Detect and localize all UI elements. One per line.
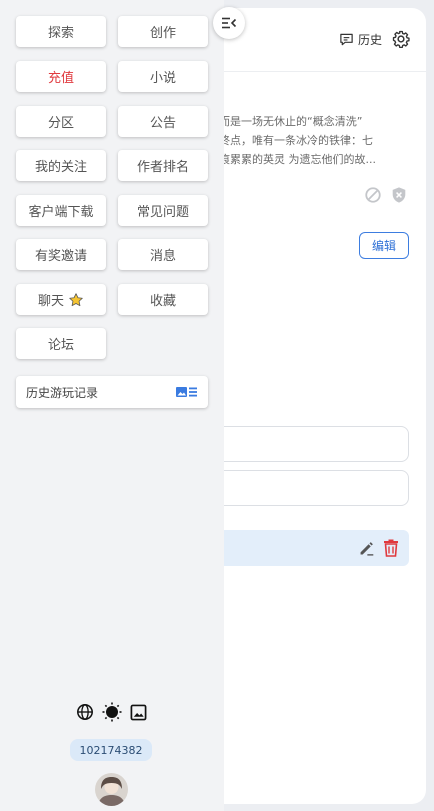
menu-category-button[interactable]: 分区 bbox=[16, 106, 106, 137]
menu-label: 客户端下载 bbox=[28, 205, 94, 220]
menu-label: 创作 bbox=[149, 26, 176, 41]
menu-novel-button[interactable]: 小说 bbox=[118, 61, 208, 92]
background-image-button[interactable] bbox=[130, 704, 147, 725]
menu-label: 探索 bbox=[47, 26, 74, 41]
trash-icon bbox=[384, 539, 398, 557]
menu-label: 充值 bbox=[47, 71, 74, 86]
utility-icons bbox=[76, 702, 147, 726]
menu-label: 有奖邀请 bbox=[34, 249, 87, 264]
menu-label: 聊天 bbox=[37, 294, 64, 309]
settings-button[interactable] bbox=[392, 30, 410, 48]
menu-chat-button[interactable]: 聊天 bbox=[16, 284, 106, 315]
globe-icon bbox=[77, 704, 93, 720]
menu-label: 我的关注 bbox=[34, 160, 87, 175]
menu-invite-button[interactable]: 有奖邀请 bbox=[16, 239, 106, 270]
menu-label: 收藏 bbox=[149, 294, 176, 309]
excerpt-line: ，而是一场无休止的“概念清洗” bbox=[208, 115, 363, 128]
menu-label: 公告 bbox=[149, 116, 176, 131]
delete-button[interactable] bbox=[383, 539, 399, 561]
menu-label: 消息 bbox=[149, 249, 176, 264]
edit-button[interactable]: 编辑 bbox=[359, 232, 409, 259]
shield-icon bbox=[392, 187, 406, 203]
play-history-label: 历史游玩记录 bbox=[26, 385, 99, 400]
avatar-image bbox=[95, 773, 128, 806]
text-field[interactable] bbox=[208, 426, 409, 462]
text-field[interactable] bbox=[208, 470, 409, 506]
menu-label: 小说 bbox=[149, 71, 176, 86]
language-button[interactable] bbox=[76, 703, 94, 725]
menu-faq-button[interactable]: 常见问题 bbox=[118, 195, 208, 226]
image-icon bbox=[130, 704, 147, 720]
menu-following-button[interactable]: 我的关注 bbox=[16, 150, 106, 181]
menu-recharge-button[interactable]: 充值 bbox=[16, 61, 106, 92]
menu-messages-button[interactable]: 消息 bbox=[118, 239, 208, 270]
edit-pen-button[interactable] bbox=[358, 540, 375, 561]
avatar[interactable] bbox=[95, 773, 128, 806]
play-history-button[interactable]: 历史游玩记录 bbox=[16, 376, 208, 408]
sun-icon bbox=[102, 702, 122, 722]
gallery-list-icon bbox=[176, 387, 197, 397]
menu-favorites-button[interactable]: 收藏 bbox=[118, 284, 208, 315]
menu-label: 作者排名 bbox=[136, 160, 189, 175]
menu-forum-button[interactable]: 论坛 bbox=[16, 328, 106, 359]
list-item[interactable] bbox=[208, 530, 409, 566]
comment-icon bbox=[340, 33, 353, 46]
menu-client-download-button[interactable]: 客户端下载 bbox=[16, 195, 106, 226]
history-button-label: 历史 bbox=[357, 33, 382, 47]
ban-icon bbox=[365, 187, 381, 203]
collapse-menu-button[interactable] bbox=[213, 7, 245, 39]
report-button[interactable] bbox=[390, 186, 408, 208]
user-id-badge[interactable]: 102174382 bbox=[70, 739, 152, 761]
gear-icon bbox=[392, 30, 410, 48]
menu-announcement-button[interactable]: 公告 bbox=[118, 106, 208, 137]
excerpt-line: 伤痕累累的英灵 为遗忘他们的故... bbox=[208, 153, 376, 166]
navigation-drawer: 探索 创作 充值 小说 分区 公告 我的关注 作者排名 客户端下载 常见问题 有… bbox=[0, 0, 224, 811]
theme-toggle-button[interactable] bbox=[102, 702, 122, 726]
menu-label: 常见问题 bbox=[136, 205, 189, 220]
block-button[interactable] bbox=[364, 186, 382, 208]
menu-label: 论坛 bbox=[47, 338, 74, 353]
menu-label: 分区 bbox=[47, 116, 74, 131]
story-excerpt: ，而是一场无休止的“概念清洗” 有终点，唯有一条冰冷的铁律：七 伤痕累累的英灵 … bbox=[208, 112, 406, 169]
excerpt-line: 有终点，唯有一条冰冷的铁律：七 bbox=[208, 134, 373, 147]
menu-create-button[interactable]: 创作 bbox=[118, 16, 208, 47]
menu-collapse-icon bbox=[222, 17, 237, 29]
star-icon bbox=[69, 292, 83, 306]
menu-explore-button[interactable]: 探索 bbox=[16, 16, 106, 47]
history-button[interactable]: 历史 bbox=[339, 31, 382, 48]
menu-author-ranking-button[interactable]: 作者排名 bbox=[118, 150, 208, 181]
pen-icon bbox=[360, 542, 374, 556]
